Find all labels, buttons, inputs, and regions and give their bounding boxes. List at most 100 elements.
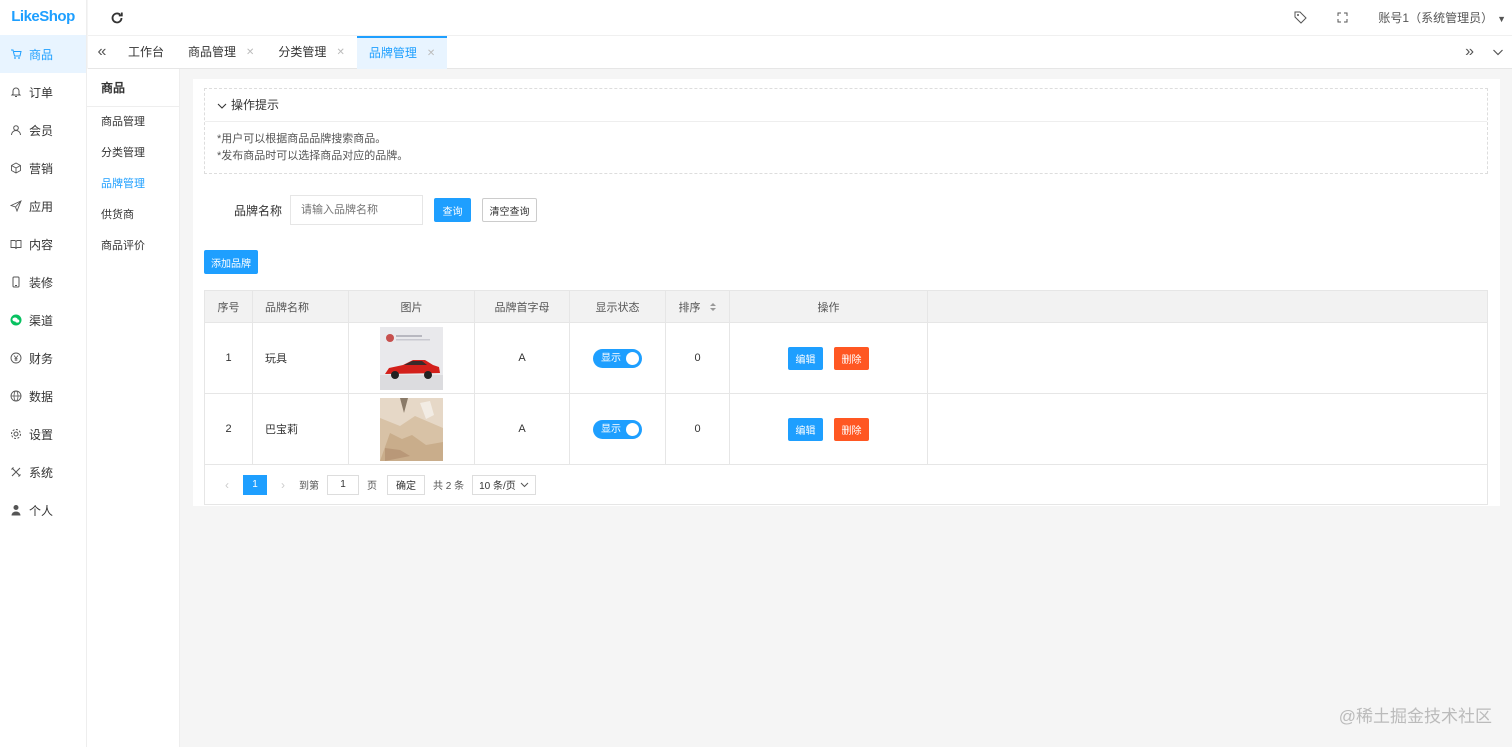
search-label: 品牌名称 <box>234 203 283 218</box>
sidebar-item-channels[interactable]: 渠道 <box>0 301 86 339</box>
search-bar: 品牌名称 查询 清空查询 <box>193 195 537 225</box>
toggle-knob <box>626 351 639 365</box>
row-brand-name: 玩具 <box>253 323 349 393</box>
row-initial: A <box>475 394 570 464</box>
tips-line: *用户可以根据商品品牌搜索商品。 <box>217 133 387 145</box>
row-status: 显示 <box>570 394 666 464</box>
header-image: 图片 <box>349 291 475 322</box>
row-filler <box>928 323 1487 393</box>
page-number-current[interactable]: 1 <box>243 474 267 495</box>
tips-panel: 操作提示 *用户可以根据商品品牌搜索商品。 *发布商品时可以选择商品对应的品牌。 <box>204 88 1488 174</box>
submenu-item-reviews[interactable]: 商品评价 <box>87 231 179 262</box>
sidebar-item-content[interactable]: 内容 <box>0 225 86 263</box>
account-menu[interactable]: 账号1（系统管理员） ▼ <box>1378 9 1506 26</box>
edit-button[interactable]: 编辑 <box>788 346 823 370</box>
close-icon[interactable]: ✕ <box>336 36 344 69</box>
clear-query-button[interactable]: 清空查询 <box>482 198 537 222</box>
row-status: 显示 <box>570 323 666 393</box>
delete-button[interactable]: 删除 <box>834 417 869 441</box>
tools-icon <box>10 466 22 478</box>
row-index: 1 <box>205 323 253 393</box>
row-sort: 0 <box>666 323 730 393</box>
sidebar-item-orders[interactable]: 订单 <box>0 73 86 111</box>
header-filler <box>928 291 1487 322</box>
table-row: 1 玩具 A 显示 0 编辑 删除 <box>205 323 1487 394</box>
submenu-item-category-manage[interactable]: 分类管理 <box>87 138 179 169</box>
edit-button[interactable]: 编辑 <box>788 417 823 441</box>
chevron-down-icon <box>217 101 227 111</box>
submenu-item-brand-manage[interactable]: 品牌管理 <box>87 169 179 200</box>
row-brand-name: 巴宝莉 <box>253 394 349 464</box>
status-toggle[interactable]: 显示 <box>593 348 642 368</box>
sidebar-item-profile[interactable]: 个人 <box>0 491 86 529</box>
brand-name-input[interactable] <box>290 195 423 225</box>
sidebar-item-apps[interactable]: 应用 <box>0 187 86 225</box>
sidebar-item-label: 订单 <box>29 85 54 100</box>
prev-page-icon[interactable]: ‹ <box>217 478 237 492</box>
tab-workbench[interactable]: 工作台 <box>116 36 176 69</box>
tab-right-tools: » <box>1447 43 1504 61</box>
refresh-icon[interactable] <box>110 11 124 25</box>
row-sort: 0 <box>666 394 730 464</box>
tab-scroll-left-icon[interactable]: « <box>88 43 116 61</box>
person-icon <box>10 504 22 516</box>
sidebar-item-marketing[interactable]: 营销 <box>0 149 86 187</box>
sidebar-item-data[interactable]: 数据 <box>0 377 86 415</box>
row-actions: 编辑 删除 <box>730 394 928 464</box>
page-jump-input[interactable]: 1 <box>327 474 359 495</box>
tab-brand-manage[interactable]: 品牌管理 ✕ <box>356 35 448 69</box>
row-image[interactable] <box>349 394 475 464</box>
tips-header[interactable]: 操作提示 <box>205 89 1487 122</box>
sort-icon[interactable] <box>709 302 717 312</box>
sidebar-item-finance[interactable]: 财务 <box>0 339 86 377</box>
query-button[interactable]: 查询 <box>434 198 471 222</box>
add-brand-button[interactable]: 添加品牌 <box>204 250 258 274</box>
submenu-item-goods-manage[interactable]: 商品管理 <box>87 107 179 138</box>
sidebar-item-decoration[interactable]: 装修 <box>0 263 86 301</box>
wechat-icon <box>10 314 22 326</box>
table-row: 2 巴宝莉 A 显示 0 编辑 删除 <box>205 394 1487 465</box>
tab-label: 工作台 <box>128 44 165 59</box>
account-name: 账号1（系统管理员） <box>1378 11 1494 25</box>
tab-scroll-right-icon[interactable]: » <box>1465 43 1474 61</box>
tips-title: 操作提示 <box>231 98 280 112</box>
sidebar-item-settings[interactable]: 设置 <box>0 415 86 453</box>
cart-icon <box>10 48 22 60</box>
page-confirm-button[interactable]: 确定 <box>387 474 425 495</box>
header-brand-name: 品牌名称 <box>253 291 349 322</box>
tab-category-manage[interactable]: 分类管理 ✕ <box>266 36 356 69</box>
chevron-down-icon[interactable] <box>1492 46 1504 58</box>
status-toggle-label: 显示 <box>601 352 621 364</box>
header-sort-label: 排序 <box>678 301 701 314</box>
row-initial: A <box>475 323 570 393</box>
tab-goods-manage[interactable]: 商品管理 ✕ <box>176 36 266 69</box>
submenu: 商品 商品管理 分类管理 品牌管理 供货商 商品评价 <box>87 69 180 747</box>
page-size-select[interactable]: 10 条/页 <box>472 474 536 495</box>
fullscreen-icon[interactable] <box>1337 12 1348 23</box>
delete-button[interactable]: 删除 <box>834 346 869 370</box>
sidebar-item-label: 设置 <box>29 427 54 442</box>
close-icon[interactable]: ✕ <box>246 36 254 69</box>
gear-icon <box>10 428 22 440</box>
toggle-knob <box>626 422 639 436</box>
sidebar-item-goods[interactable]: 商品 <box>0 35 86 73</box>
yen-icon <box>10 352 22 364</box>
sidebar-item-members[interactable]: 会员 <box>0 111 86 149</box>
row-image[interactable] <box>349 323 475 393</box>
header-index: 序号 <box>205 291 253 322</box>
sidebar-item-label: 商品 <box>29 47 54 62</box>
status-toggle[interactable]: 显示 <box>593 419 642 439</box>
submenu-title: 商品 <box>87 69 179 107</box>
sidebar-item-label: 装修 <box>29 275 54 290</box>
page-size-value: 10 条/页 <box>479 481 516 492</box>
chevron-down-icon <box>520 480 529 489</box>
header-sort[interactable]: 排序 <box>666 291 730 322</box>
bell-icon <box>10 86 22 98</box>
header-initial: 品牌首字母 <box>475 291 570 322</box>
tag-icon[interactable] <box>1294 11 1308 24</box>
sidebar-item-system[interactable]: 系统 <box>0 453 86 491</box>
submenu-item-suppliers[interactable]: 供货商 <box>87 200 179 231</box>
close-icon[interactable]: ✕ <box>427 39 435 68</box>
top-right-tools: 账号1（系统管理员） ▼ <box>1264 9 1506 26</box>
next-page-icon[interactable]: › <box>273 478 293 492</box>
